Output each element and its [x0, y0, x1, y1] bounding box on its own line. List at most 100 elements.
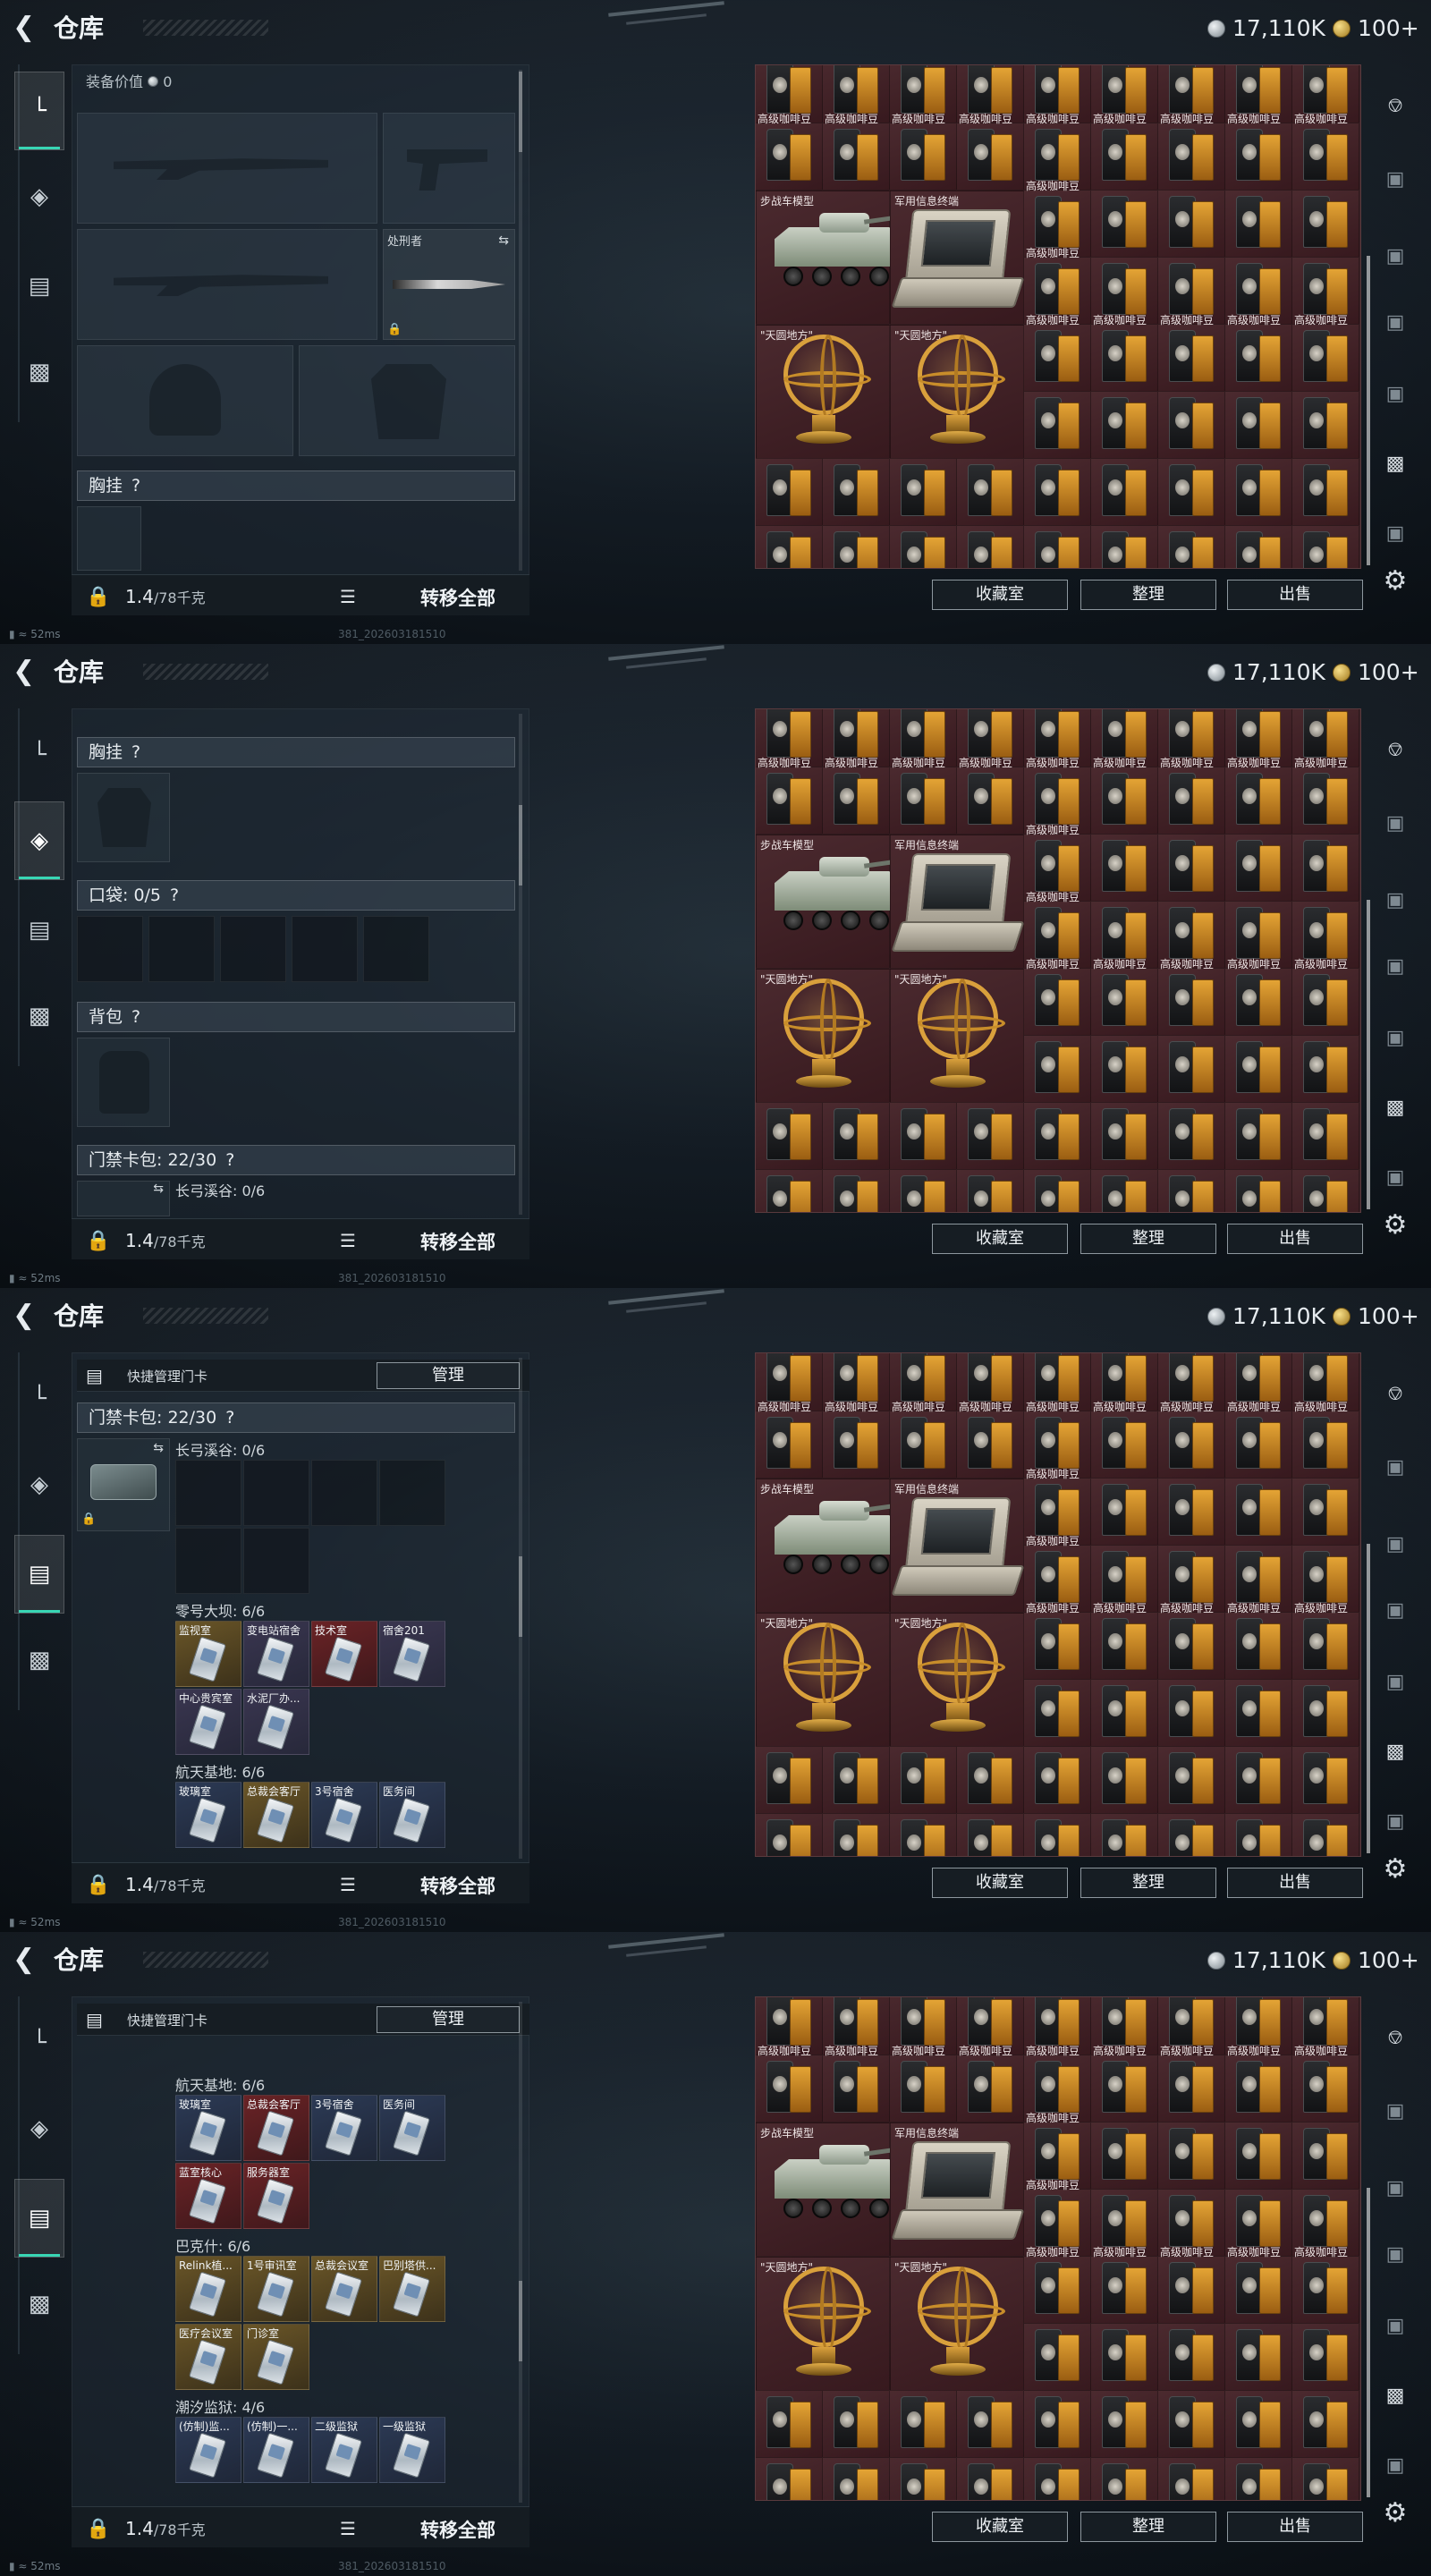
collection-room-button[interactable]: 收藏室 — [932, 2512, 1068, 2542]
stash-item-coffee[interactable] — [957, 2458, 1024, 2500]
stash-item-coffee[interactable] — [1292, 2123, 1359, 2190]
stash-item-coffee[interactable]: 高级咖啡豆 — [823, 2045, 890, 2123]
nav-armor[interactable]: ◈ — [14, 1445, 64, 1524]
stash-item-coffee[interactable]: 高级咖啡豆 — [957, 2045, 1024, 2123]
helmet-icon[interactable]: ⎊ — [1377, 732, 1413, 767]
keycard[interactable]: 二级监狱 — [311, 2417, 377, 2483]
stash-item-coffee[interactable] — [1292, 1170, 1359, 1212]
stash-item-coffee[interactable] — [1225, 1814, 1292, 1856]
container-icon[interactable]: ▣ — [1377, 805, 1413, 841]
stash-item-armillary-sphere[interactable]: "天圆地方" — [756, 969, 890, 1103]
nav-weapons[interactable]: └ — [14, 72, 64, 150]
stash-item-coffee[interactable] — [1091, 1479, 1158, 1546]
stash-item-armillary-sphere[interactable]: "天圆地方" — [756, 1613, 890, 1747]
stash-item-coffee[interactable]: 高级咖啡豆 — [1158, 958, 1225, 1036]
nav-armor[interactable]: ◈ — [14, 801, 64, 880]
stash-item-coffee[interactable]: 高级咖啡豆 — [1225, 1602, 1292, 1680]
camera-icon[interactable]: ▩ — [1377, 1089, 1413, 1125]
stash-item-coffee[interactable] — [756, 1170, 823, 1212]
stash-item-coffee[interactable] — [957, 1747, 1024, 1814]
stash-item-coffee[interactable]: 高级咖啡豆 — [957, 757, 1024, 835]
stash-item-coffee[interactable] — [1024, 2391, 1091, 2458]
stash-item-coffee[interactable] — [1158, 1103, 1225, 1170]
stash-item-coffee[interactable] — [1091, 835, 1158, 902]
container-iv-icon[interactable]: ▣ — [1377, 1159, 1413, 1195]
stash-item-coffee[interactable] — [1225, 2458, 1292, 2500]
sell-button[interactable]: 出售 — [1227, 2512, 1363, 2542]
stash-item-coffee[interactable] — [1225, 1747, 1292, 1814]
transfer-all-button[interactable]: 转移全部 — [411, 1226, 504, 1257]
container-iv-icon[interactable]: ▣ — [1377, 2447, 1413, 2483]
stash-item-coffee[interactable] — [1292, 2391, 1359, 2458]
pocket-slot[interactable] — [148, 916, 215, 982]
stash-item-coffee[interactable]: 高级咖啡豆 — [1158, 314, 1225, 392]
keycard[interactable]: 总裁会客厅 — [243, 1782, 309, 1848]
stash-item-coffee[interactable] — [1158, 2391, 1225, 2458]
stash-item-armillary-sphere[interactable]: "天圆地方" — [890, 1613, 1024, 1747]
list-icon[interactable]: ☰ — [340, 1230, 356, 1251]
stash-item-coffee[interactable] — [1024, 2458, 1091, 2500]
armor-slot[interactable] — [299, 345, 515, 456]
pocket-slot[interactable] — [220, 916, 286, 982]
stash-item-coffee[interactable]: 高级咖啡豆 — [1024, 314, 1091, 392]
stash-item-coffee[interactable]: 高级咖啡豆 — [1158, 113, 1225, 191]
stash-item-coffee[interactable] — [1225, 526, 1292, 568]
stash-item-coffee[interactable] — [1024, 459, 1091, 526]
stash-item-coffee[interactable] — [1091, 2123, 1158, 2190]
stash-item-coffee[interactable]: 高级咖啡豆 — [1225, 314, 1292, 392]
list-icon[interactable]: ☰ — [340, 586, 356, 607]
container-iv-icon[interactable]: ▣ — [1377, 515, 1413, 551]
sort-button[interactable]: 整理 — [1080, 1868, 1216, 1898]
stash-item-coffee[interactable] — [1292, 1103, 1359, 1170]
stash-item-coffee[interactable]: 高级咖啡豆 — [1091, 2045, 1158, 2123]
stash-item-coffee[interactable]: 高级咖啡豆 — [1292, 2246, 1359, 2324]
stash-item-coffee[interactable]: 高级咖啡豆 — [756, 757, 823, 835]
stash-item-coffee[interactable]: 高级咖啡豆 — [756, 1401, 823, 1479]
chest-rig-slot[interactable] — [77, 506, 141, 571]
pocket-slot[interactable] — [363, 916, 429, 982]
sort-button[interactable]: 整理 — [1080, 580, 1216, 610]
stash-item-coffee[interactable] — [957, 1103, 1024, 1170]
stash-item-coffee[interactable]: 高级咖啡豆 — [1292, 757, 1359, 835]
nav-armor[interactable]: ◈ — [14, 157, 64, 236]
nav-keycards[interactable]: ▤ — [14, 247, 64, 326]
keycard[interactable]: 宿舍201 — [379, 1621, 445, 1687]
stash-item-coffee[interactable] — [1158, 526, 1225, 568]
stash-item-coffee[interactable] — [1158, 191, 1225, 258]
collection-room-button[interactable]: 收藏室 — [932, 1224, 1068, 1254]
settings-gear-icon[interactable]: ⚙ — [1377, 564, 1413, 599]
stash-item-coffee[interactable] — [756, 526, 823, 568]
stash-item-coffee[interactable] — [1225, 1170, 1292, 1212]
stash-item-coffee[interactable] — [1024, 526, 1091, 568]
stash-item-coffee[interactable] — [1225, 2324, 1292, 2391]
stash-item-coffee[interactable] — [1024, 1036, 1091, 1103]
helmet-icon[interactable]: ⎊ — [1377, 88, 1413, 123]
stash-item-coffee[interactable] — [890, 459, 957, 526]
collection-room-button[interactable]: 收藏室 — [932, 580, 1068, 610]
stash-item-coffee[interactable] — [957, 526, 1024, 568]
stash-item-coffee[interactable] — [890, 1103, 957, 1170]
keycard[interactable]: 一级监狱 — [379, 2417, 445, 2483]
stash-item-coffee[interactable] — [1091, 1036, 1158, 1103]
keycard[interactable]: 玻璃室 — [175, 1782, 241, 1848]
container-iv-icon[interactable]: ▣ — [1377, 304, 1413, 340]
container-iv-icon[interactable]: ▣ — [1377, 1664, 1413, 1699]
helmet-slot[interactable] — [77, 345, 293, 456]
stash-item-coffee[interactable]: 高级咖啡豆 — [1225, 1401, 1292, 1479]
melee-slot[interactable]: 处刑者 ⇆ 🔒 — [383, 229, 515, 340]
stash-item-coffee[interactable] — [1158, 392, 1225, 459]
nav-weapons[interactable]: └ — [14, 1360, 64, 1438]
stash-item-coffee[interactable]: 高级咖啡豆 — [1024, 1602, 1091, 1680]
stash-item-coffee[interactable] — [1091, 2391, 1158, 2458]
stash-item-coffee[interactable]: 高级咖啡豆 — [1158, 1602, 1225, 1680]
stash-item-coffee[interactable]: 高级咖啡豆 — [957, 113, 1024, 191]
stash-item-coffee[interactable]: 高级咖啡豆 — [823, 757, 890, 835]
backpack-slot[interactable] — [77, 1038, 170, 1127]
stash-item-coffee[interactable] — [1225, 2123, 1292, 2190]
keycard[interactable]: 玻璃室 — [175, 2095, 241, 2161]
stash-item-coffee[interactable]: 高级咖啡豆 — [1292, 2045, 1359, 2123]
stash-item-coffee[interactable] — [756, 1103, 823, 1170]
stash-item-coffee[interactable] — [890, 1814, 957, 1856]
stash-item-coffee[interactable] — [1225, 191, 1292, 258]
stash-item-armillary-sphere[interactable]: "天圆地方" — [756, 325, 890, 459]
